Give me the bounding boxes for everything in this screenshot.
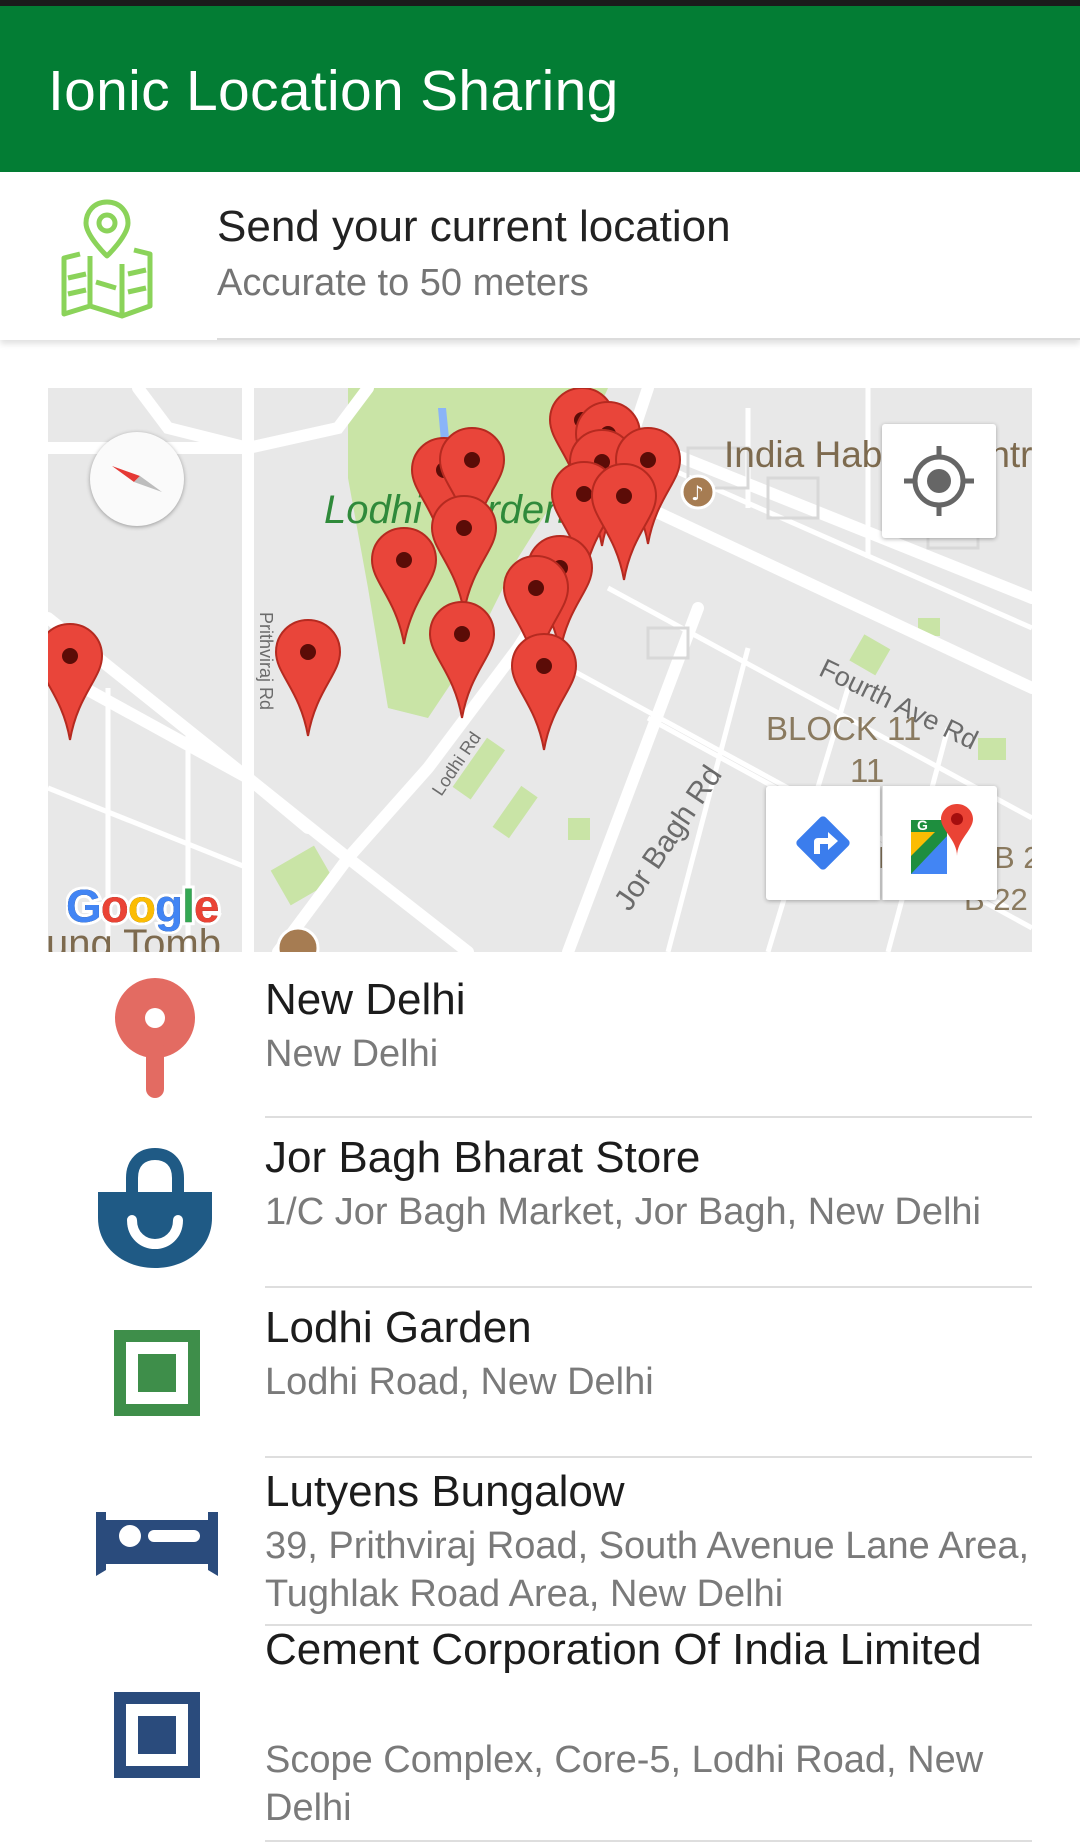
park-icon	[114, 1330, 200, 1416]
place-address: 1/C Jor Bagh Market, Jor Bagh, New Delhi	[265, 1191, 981, 1233]
place-name: Jor Bagh Bharat Store	[265, 1133, 701, 1182]
compass-icon	[112, 466, 162, 492]
list-item[interactable]: Cement Corporation Of India Limited Scop…	[0, 1625, 1080, 1846]
place-address: New Delhi	[265, 1033, 439, 1075]
svg-text:Google: Google	[66, 880, 219, 932]
map-marker[interactable]	[591, 463, 657, 581]
list-item[interactable]: Lutyens Bungalow 39, Prithviraj Road, So…	[0, 1458, 1080, 1626]
shopping-bag-icon	[98, 1148, 212, 1268]
place-address: 39, Prithviraj Road, South Avenue Lane A…	[265, 1525, 1030, 1615]
place-address: Lodhi Road, New Delhi	[265, 1361, 654, 1403]
open-in-google-maps-button[interactable]: G	[882, 786, 997, 900]
my-location-button[interactable]	[882, 424, 996, 538]
place-address: Scope Complex, Core-5, Lodhi Road, New D…	[265, 1739, 984, 1829]
google-maps-icon: G	[911, 804, 973, 874]
send-location-subtitle: Accurate to 50 meters	[217, 262, 589, 304]
map-marker[interactable]	[429, 601, 495, 719]
red-pin-icon	[115, 978, 195, 1098]
google-logo-wordmark: Google Google	[63, 877, 223, 935]
place-name: Lutyens Bungalow	[265, 1467, 625, 1516]
send-location-title: Send your current location	[217, 202, 731, 251]
send-current-location-item[interactable]: Send your current location Accurate to 5…	[0, 172, 1080, 340]
map-marker[interactable]	[48, 623, 103, 741]
directions-icon	[796, 816, 850, 870]
svg-text:G: G	[917, 817, 928, 833]
app-bar: Ionic Location Sharing	[0, 6, 1080, 172]
place-name: Cement Corporation Of India Limited	[265, 1625, 982, 1674]
google-logo: Google Google	[63, 877, 246, 945]
compass-button[interactable]	[90, 432, 184, 526]
list-item[interactable]: Lodhi Garden Lodhi Road, New Delhi	[0, 1288, 1080, 1458]
map-marker[interactable]	[431, 495, 497, 613]
map-pin-icon	[61, 199, 153, 319]
directions-button[interactable]	[766, 786, 880, 900]
list-item[interactable]: New Delhi New Delhi	[0, 952, 1080, 1118]
map-view[interactable]: ♪ India Habitat Centr Lodhi Garden Fourt…	[48, 388, 1032, 952]
place-name: New Delhi	[265, 975, 466, 1024]
bed-icon	[96, 1512, 218, 1576]
app-title: Ionic Location Sharing	[48, 59, 619, 123]
map-marker[interactable]	[275, 619, 341, 737]
building-icon	[114, 1692, 200, 1778]
place-name: Lodhi Garden	[265, 1303, 532, 1352]
list-item[interactable]: Jor Bagh Bharat Store 1/C Jor Bagh Marke…	[0, 1118, 1080, 1288]
divider	[265, 1840, 1032, 1842]
divider	[217, 338, 1080, 340]
map-marker[interactable]	[371, 527, 437, 645]
my-location-icon	[904, 446, 974, 516]
map-marker[interactable]	[511, 633, 577, 751]
